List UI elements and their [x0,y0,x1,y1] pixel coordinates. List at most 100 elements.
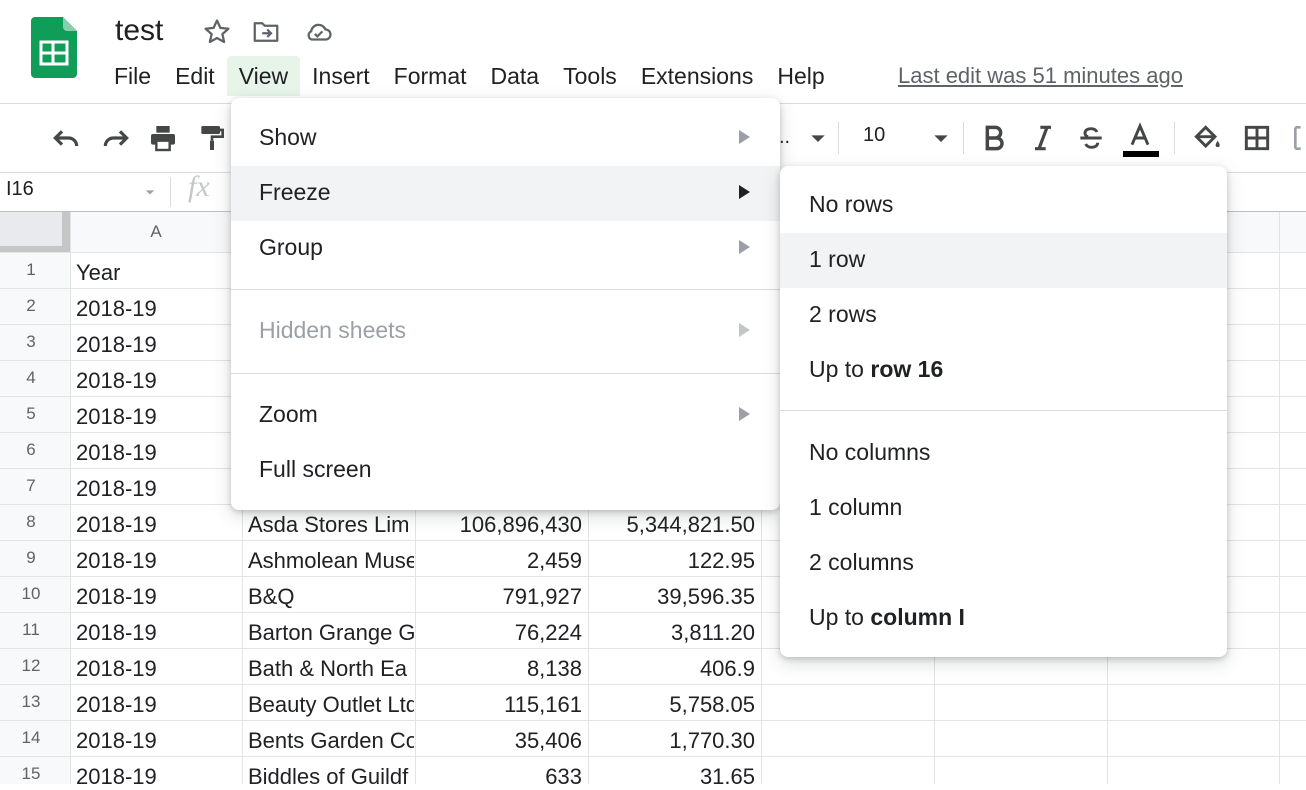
menu-edit[interactable]: Edit [163,56,227,96]
print-icon[interactable] [147,122,179,154]
cell-c[interactable]: 633 [416,764,582,790]
view-menu-zoom[interactable]: Zoom [231,388,780,443]
column-header-a[interactable]: A [70,222,242,242]
menu-file[interactable]: File [102,56,163,96]
cell-c[interactable]: 2,459 [416,548,582,574]
row-header[interactable]: 12 [0,656,62,676]
row-header[interactable]: 3 [0,332,62,352]
menu-view[interactable]: View [226,56,301,96]
cell-c[interactable]: 8,138 [416,656,582,682]
row-header[interactable]: 9 [0,548,62,568]
star-icon[interactable] [202,17,232,47]
document-title[interactable]: test [115,12,163,50]
cell-c[interactable]: 76,224 [416,620,582,646]
menu-extensions[interactable]: Extensions [629,56,766,96]
undo-icon[interactable] [50,122,82,154]
cell-b[interactable]: Ashmolean Muse [248,548,414,574]
cell-a[interactable]: 2018-19 [76,692,157,718]
text-color-icon[interactable] [1124,122,1156,154]
cell-b[interactable]: B&Q [248,584,414,610]
italic-icon[interactable] [1027,122,1059,154]
cell-a[interactable]: 2018-19 [76,656,157,682]
cell-a[interactable]: 2018-19 [76,764,157,790]
font-size-value[interactable]: 10 [863,124,885,147]
font-size-dropdown-arrow-icon[interactable] [925,122,957,154]
freeze-1-row[interactable]: 1 row [780,233,1227,288]
cell-d[interactable]: 31.65 [589,764,755,790]
view-menu-freeze[interactable]: Freeze [231,166,780,221]
name-box[interactable]: I16 [6,178,34,201]
view-menu-full-screen[interactable]: Full screen [231,443,780,498]
cell-c[interactable]: 115,161 [416,692,582,718]
cell-a[interactable]: 2018-19 [76,296,157,322]
row-header[interactable]: 10 [0,584,62,604]
cloud-saved-icon[interactable] [303,17,333,47]
cell-d[interactable]: 406.9 [589,656,755,682]
cell-c[interactable]: 35,406 [416,728,582,754]
last-edit-link[interactable]: Last edit was 51 minutes ago [898,61,1183,91]
cell-a[interactable]: 2018-19 [76,584,157,610]
menu-tools[interactable]: Tools [551,56,629,96]
freeze-1-column[interactable]: 1 column [780,481,1227,536]
view-menu-show[interactable]: Show [231,111,780,166]
row-header[interactable]: 13 [0,692,62,712]
cell-d[interactable]: 122.95 [589,548,755,574]
row-header[interactable]: 4 [0,368,62,388]
sheets-logo-icon[interactable] [31,17,77,78]
cell-c[interactable]: 791,927 [416,584,582,610]
fill-color-icon[interactable] [1191,122,1223,154]
cell-a[interactable]: 2018-19 [76,620,157,646]
row-header[interactable]: 8 [0,512,62,532]
cell-c[interactable]: 106,896,430 [416,512,582,538]
cell-b[interactable]: Asda Stores Lim [248,512,414,538]
cell-a[interactable]: 2018-19 [76,368,157,394]
merge-cells-icon[interactable] [1290,122,1306,154]
font-family-truncated[interactable]: .. [779,126,790,149]
cell-a[interactable]: 2018-19 [76,332,157,358]
cell-b[interactable]: Bath & North Ea [248,656,414,682]
cell-a[interactable]: 2018-19 [76,476,157,502]
row-header[interactable]: 6 [0,440,62,460]
cell-d[interactable]: 39,596.35 [589,584,755,610]
cell-d[interactable]: 3,811.20 [589,620,755,646]
cell-a[interactable]: 2018-19 [76,548,157,574]
cell-a1[interactable]: Year [76,260,120,286]
menu-help[interactable]: Help [765,56,836,96]
freeze-up-to-column[interactable]: Up to column I [780,591,1227,646]
cell-b[interactable]: Biddles of Guildf [248,764,414,790]
freeze-no-columns[interactable]: No columns [780,426,1227,481]
row-header[interactable]: 1 [0,260,62,280]
move-folder-icon[interactable] [251,17,281,47]
cell-d[interactable]: 1,770.30 [589,728,755,754]
cell-d[interactable]: 5,758.05 [589,692,755,718]
strikethrough-icon[interactable] [1075,122,1107,154]
cell-a[interactable]: 2018-19 [76,728,157,754]
paint-format-icon[interactable] [196,122,224,154]
cell-a[interactable]: 2018-19 [76,512,157,538]
row-header[interactable]: 5 [0,404,62,424]
freeze-up-to-row[interactable]: Up to row 16 [780,343,1227,398]
cell-d[interactable]: 5,344,821.50 [589,512,755,538]
borders-icon[interactable] [1241,122,1273,154]
menu-insert[interactable]: Insert [300,56,382,96]
redo-icon[interactable] [100,122,132,154]
view-menu-group[interactable]: Group [231,221,780,276]
menu-format[interactable]: Format [382,56,479,96]
cell-b[interactable]: Bents Garden Co [248,728,414,754]
row-header[interactable]: 15 [0,764,62,784]
row-header[interactable]: 2 [0,296,62,316]
row-header[interactable]: 14 [0,728,62,748]
bold-icon[interactable] [978,122,1010,154]
row-header[interactable]: 7 [0,476,62,496]
cell-a[interactable]: 2018-19 [76,440,157,466]
name-box-dropdown-icon[interactable] [140,182,160,202]
row-header[interactable]: 11 [0,620,62,640]
freeze-no-rows[interactable]: No rows [780,178,1227,233]
freeze-2-rows[interactable]: 2 rows [780,288,1227,343]
cell-b[interactable]: Barton Grange G [248,620,414,646]
cell-a[interactable]: 2018-19 [76,404,157,430]
freeze-2-columns[interactable]: 2 columns [780,536,1227,591]
menu-data[interactable]: Data [479,56,552,96]
font-dropdown-arrow-icon[interactable] [802,122,834,154]
cell-b[interactable]: Beauty Outlet Ltd [248,692,414,718]
